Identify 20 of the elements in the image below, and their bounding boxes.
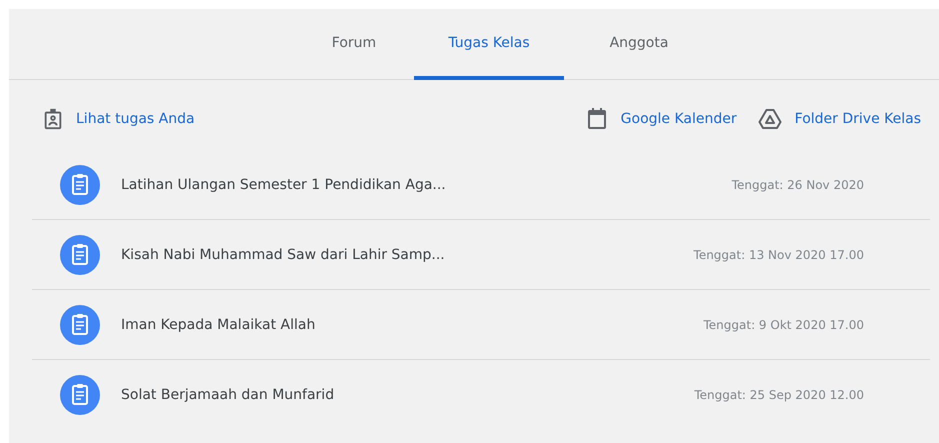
due-date: Tenggat: 25 Sep 2020 12.00: [694, 388, 864, 402]
assignment-icon: [60, 234, 100, 274]
tab[interactable]: Anggota: [564, 9, 714, 80]
assignment-title[interactable]: Iman Kepada Malaikat Allah: [121, 316, 704, 332]
assignment-title[interactable]: Kisah Nabi Muhammad Saw dari Lahir Samp...: [121, 246, 694, 262]
action-link[interactable]: Folder Drive Kelas: [794, 111, 921, 127]
tab[interactable]: Forum: [294, 9, 414, 80]
profile-icon: [42, 108, 64, 130]
assignment-icon: [60, 304, 100, 344]
assignment-icon: [60, 374, 100, 414]
action-link[interactable]: Lihat tugas Anda: [76, 111, 195, 127]
action-link[interactable]: Google Kalender: [620, 111, 737, 127]
drive-icon: [756, 107, 783, 131]
assignment-icon: [60, 164, 100, 204]
assignment-title[interactable]: Latihan Ulangan Semester 1 Pendidikan Aga...: [121, 176, 732, 192]
due-date: Tenggat: 13 Nov 2020 17.00: [694, 248, 864, 262]
due-date: Tenggat: 26 Nov 2020: [732, 178, 864, 192]
due-date: Tenggat: 9 Okt 2020 17.00: [704, 318, 864, 332]
tab[interactable]: Tugas Kelas: [414, 9, 564, 80]
assignment-title[interactable]: Solat Berjamaah dan Munfarid: [121, 386, 694, 402]
